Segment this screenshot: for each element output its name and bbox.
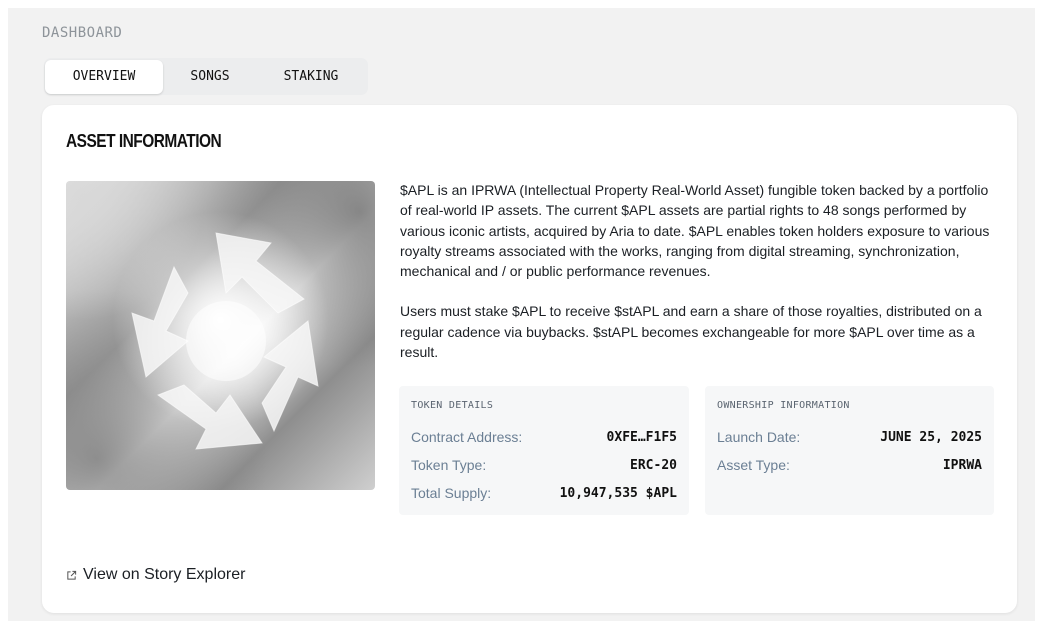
launch-date-key: Launch Date: — [717, 429, 801, 445]
token-type-value: ERC-20 — [630, 457, 677, 473]
description-paragraph: Users must stake $APL to receive $stAPL … — [400, 303, 982, 361]
contract-address-key: Contract Address: — [411, 429, 523, 445]
tab-songs[interactable]: SONGS — [163, 60, 257, 94]
asset-type-key: Asset Type: — [717, 457, 790, 473]
ownership-information-label: OWNERSHIP INFORMATION — [717, 400, 850, 411]
view-on-story-explorer-link[interactable]: View on Story Explorer — [66, 566, 245, 584]
contract-address-value: 0XFE…F1F5 — [606, 429, 677, 445]
tab-bar: OVERVIEW SONGS STAKING — [44, 58, 368, 95]
card-title: ASSET INFORMATION — [66, 131, 222, 151]
asset-information-card: ASSET INFORMATION $APL is an IPRWA (Inte… — [42, 105, 1017, 613]
external-link-icon — [67, 570, 77, 580]
launch-date-row: Launch Date: JUNE 25, 2025 — [717, 423, 982, 451]
explorer-link-label: View on Story Explorer — [83, 566, 246, 583]
recycle-arrows-logo-icon — [66, 181, 375, 490]
total-supply-value: 10,947,535 $APL — [559, 485, 677, 501]
total-supply-row: Total Supply: 10,947,535 $APL — [411, 479, 677, 507]
tab-staking[interactable]: STAKING — [257, 60, 365, 94]
ownership-information-box: OWNERSHIP INFORMATION Launch Date: JUNE … — [705, 386, 994, 515]
section-label: DASHBOARD — [42, 25, 123, 41]
asset-artwork — [66, 181, 375, 490]
token-details-box: TOKEN DETAILS Contract Address: 0XFE…F1F… — [399, 386, 689, 515]
token-type-key: Token Type: — [411, 457, 487, 473]
token-details-label: TOKEN DETAILS — [411, 400, 494, 411]
asset-type-value: IPRWA — [942, 457, 982, 473]
dashboard-frame: DASHBOARD OVERVIEW SONGS STAKING ASSET I… — [8, 8, 1035, 621]
description-paragraph: $APL is an IPRWA (Intellectual Property … — [400, 182, 990, 280]
token-type-row: Token Type: ERC-20 — [411, 451, 677, 479]
asset-type-row: Asset Type: IPRWA — [717, 451, 982, 479]
total-supply-key: Total Supply: — [411, 485, 492, 501]
tab-overview[interactable]: OVERVIEW — [45, 59, 163, 94]
asset-description: $APL is an IPRWA (Intellectual Property … — [400, 180, 996, 382]
contract-address-row: Contract Address: 0XFE…F1F5 — [411, 423, 677, 451]
launch-date-value: JUNE 25, 2025 — [880, 429, 982, 445]
